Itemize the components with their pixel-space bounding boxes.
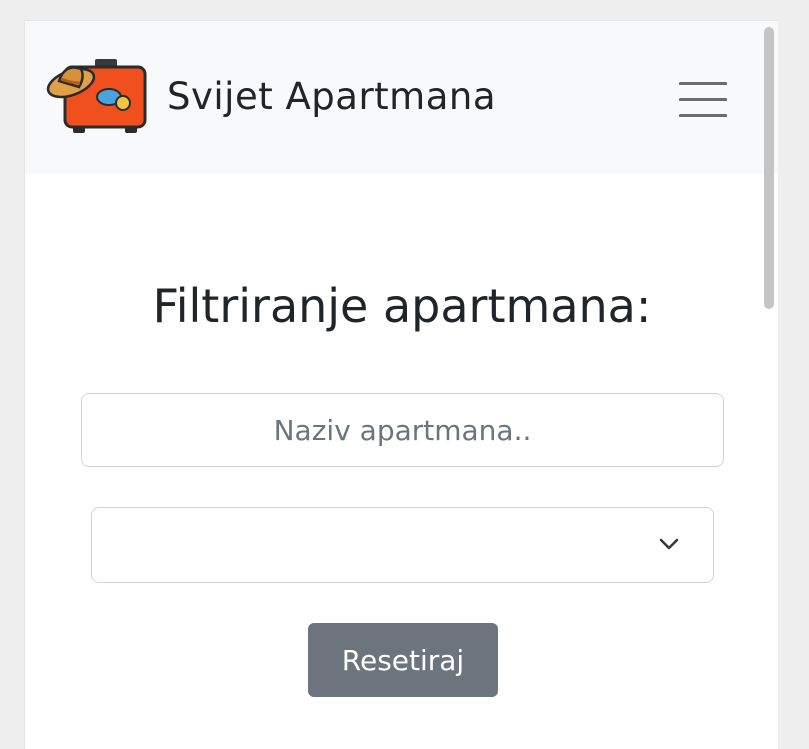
apartment-filter-select[interactable] [91,507,714,583]
navbar: Svijet Apartmana [25,21,778,174]
scrollbar[interactable] [761,21,778,749]
brand-name[interactable]: Svijet Apartmana [167,73,496,121]
hamburger-line [679,114,727,117]
page-title: Filtriranje apartmana: [152,279,652,333]
hamburger-line [679,98,727,101]
apartment-name-input[interactable] [81,393,724,467]
browser-viewport: Svijet Apartmana Filtriranje apartmana: … [24,20,778,749]
scrollbar-thumb[interactable] [764,27,774,309]
chevron-down-icon [657,532,681,556]
hamburger-line [679,82,727,85]
reset-button[interactable]: Resetiraj [308,623,498,697]
suitcase-hat-icon[interactable] [45,59,149,135]
hamburger-menu-icon[interactable] [665,73,735,123]
